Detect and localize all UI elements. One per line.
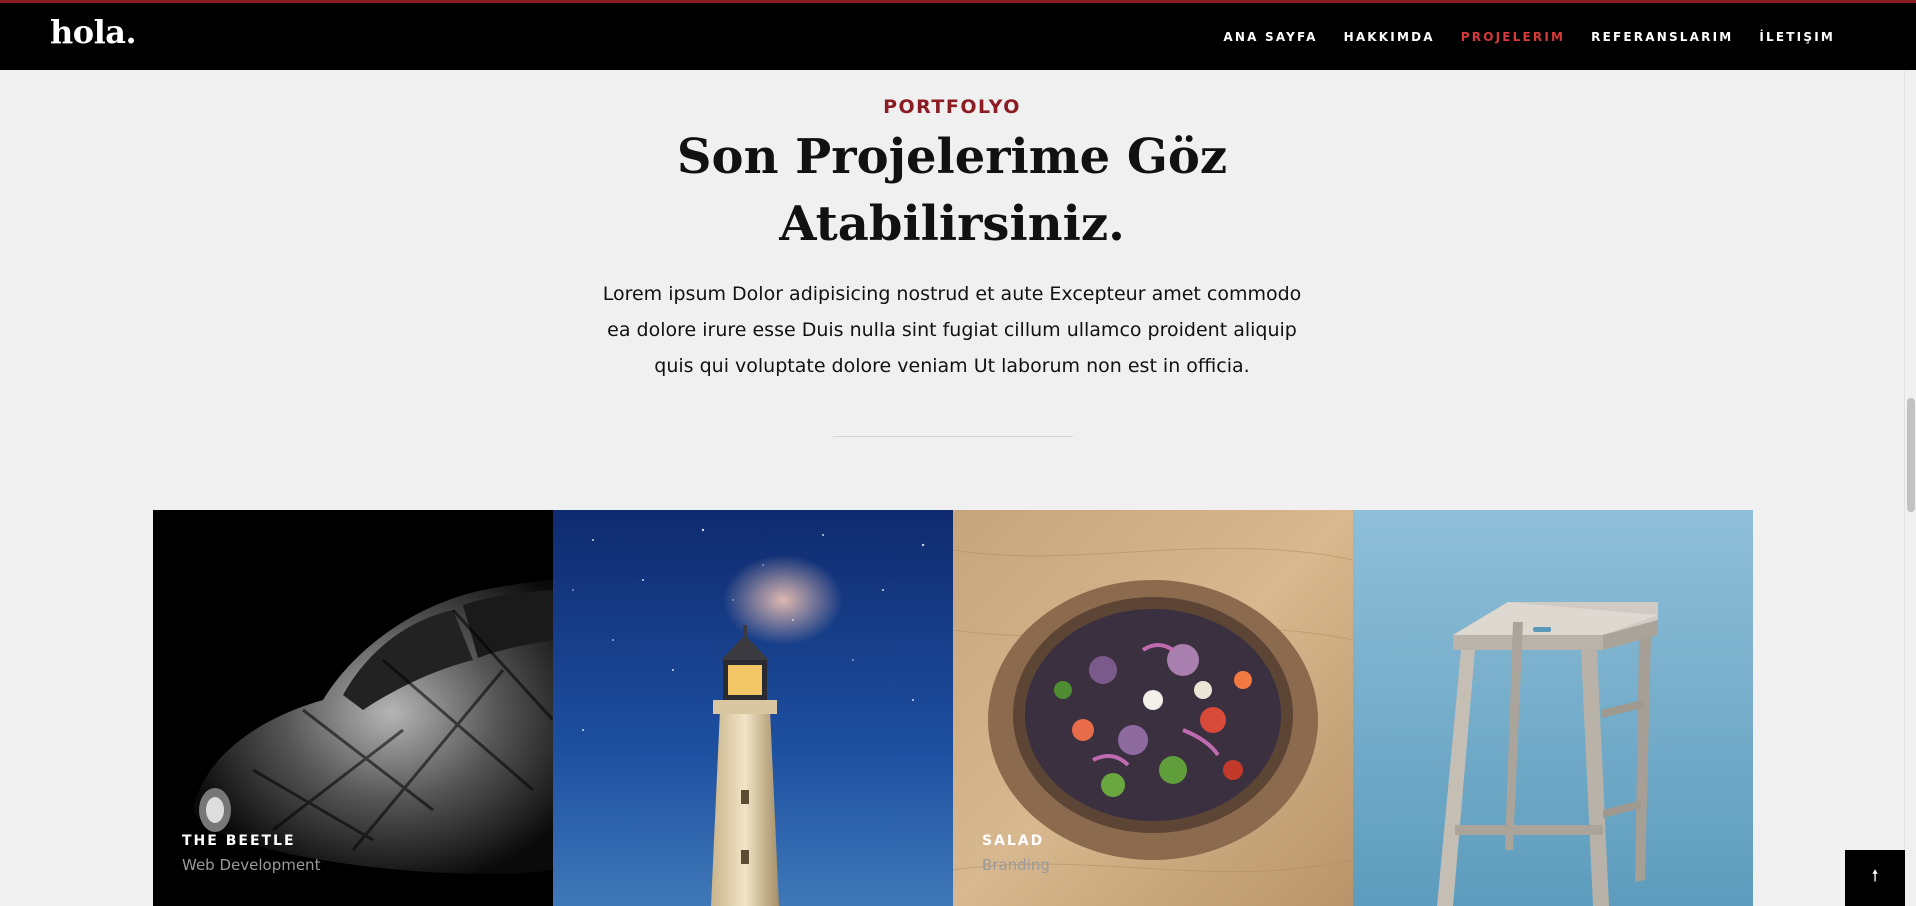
section-eyebrow: PORTFOLYO — [883, 96, 1021, 118]
portfolio-grid: THE BEETLE Web Development SALAD Brandin… — [153, 510, 1753, 906]
section-title-line-2: Atabilirsiniz. — [779, 196, 1125, 252]
portfolio-item-lighthouse[interactable] — [553, 510, 953, 906]
back-to-top-button[interactable]: 🠕 — [1845, 850, 1905, 906]
site-header: hola. ANA SAYFA HAKKIMDA PROJELERIM REFE… — [0, 0, 1916, 70]
nav-item-ana-sayfa[interactable]: ANA SAYFA — [1223, 30, 1317, 44]
portfolio-item-salad[interactable]: SALAD Branding — [953, 510, 1353, 906]
portfolio-item-stool[interactable] — [1353, 510, 1753, 906]
portfolio-category: Branding — [982, 856, 1050, 874]
arrow-up-icon: 🠕 — [1871, 865, 1879, 885]
description-line: ea dolore irure esse Duis nulla sint fug… — [607, 319, 1297, 341]
description-line: Lorem ipsum Dolor adipisicing nostrud et… — [602, 283, 1302, 305]
section-description: Lorem ipsum Dolor adipisicing nostrud et… — [560, 276, 1344, 384]
nav-item-referanslarim[interactable]: REFERANSLARIM — [1591, 30, 1733, 44]
portfolio-title: SALAD — [982, 833, 1045, 849]
portfolio-caption: THE BEETLE Web Development — [182, 833, 320, 874]
nav-item-projelerim[interactable]: PROJELERIM — [1461, 30, 1565, 44]
page-scrollbar[interactable] — [1904, 70, 1916, 906]
nav-item-iletisim[interactable]: İLETIŞIM — [1759, 30, 1835, 44]
portfolio-title: THE BEETLE — [182, 833, 296, 849]
nav-item-hakkimda[interactable]: HAKKIMDA — [1344, 30, 1435, 44]
scrollbar-thumb[interactable] — [1907, 398, 1915, 512]
description-line: quis qui voluptate dolore veniam Ut labo… — [654, 355, 1250, 377]
portfolio-item-the-beetle[interactable]: THE BEETLE Web Development — [153, 510, 553, 906]
site-logo[interactable]: hola. — [50, 13, 137, 51]
portfolio-caption: SALAD Branding — [982, 833, 1050, 874]
main-nav: ANA SAYFA HAKKIMDA PROJELERIM REFERANSLA… — [1223, 3, 1835, 70]
lighthouse-image — [553, 510, 953, 906]
section-divider — [833, 436, 1073, 437]
portfolio-category: Web Development — [182, 856, 321, 874]
stool-image — [1353, 510, 1753, 906]
section-title-line-1: Son Projelerime Göz — [676, 129, 1228, 185]
section-title: Son Projelerime Göz Atabilirsiniz. — [600, 124, 1304, 258]
